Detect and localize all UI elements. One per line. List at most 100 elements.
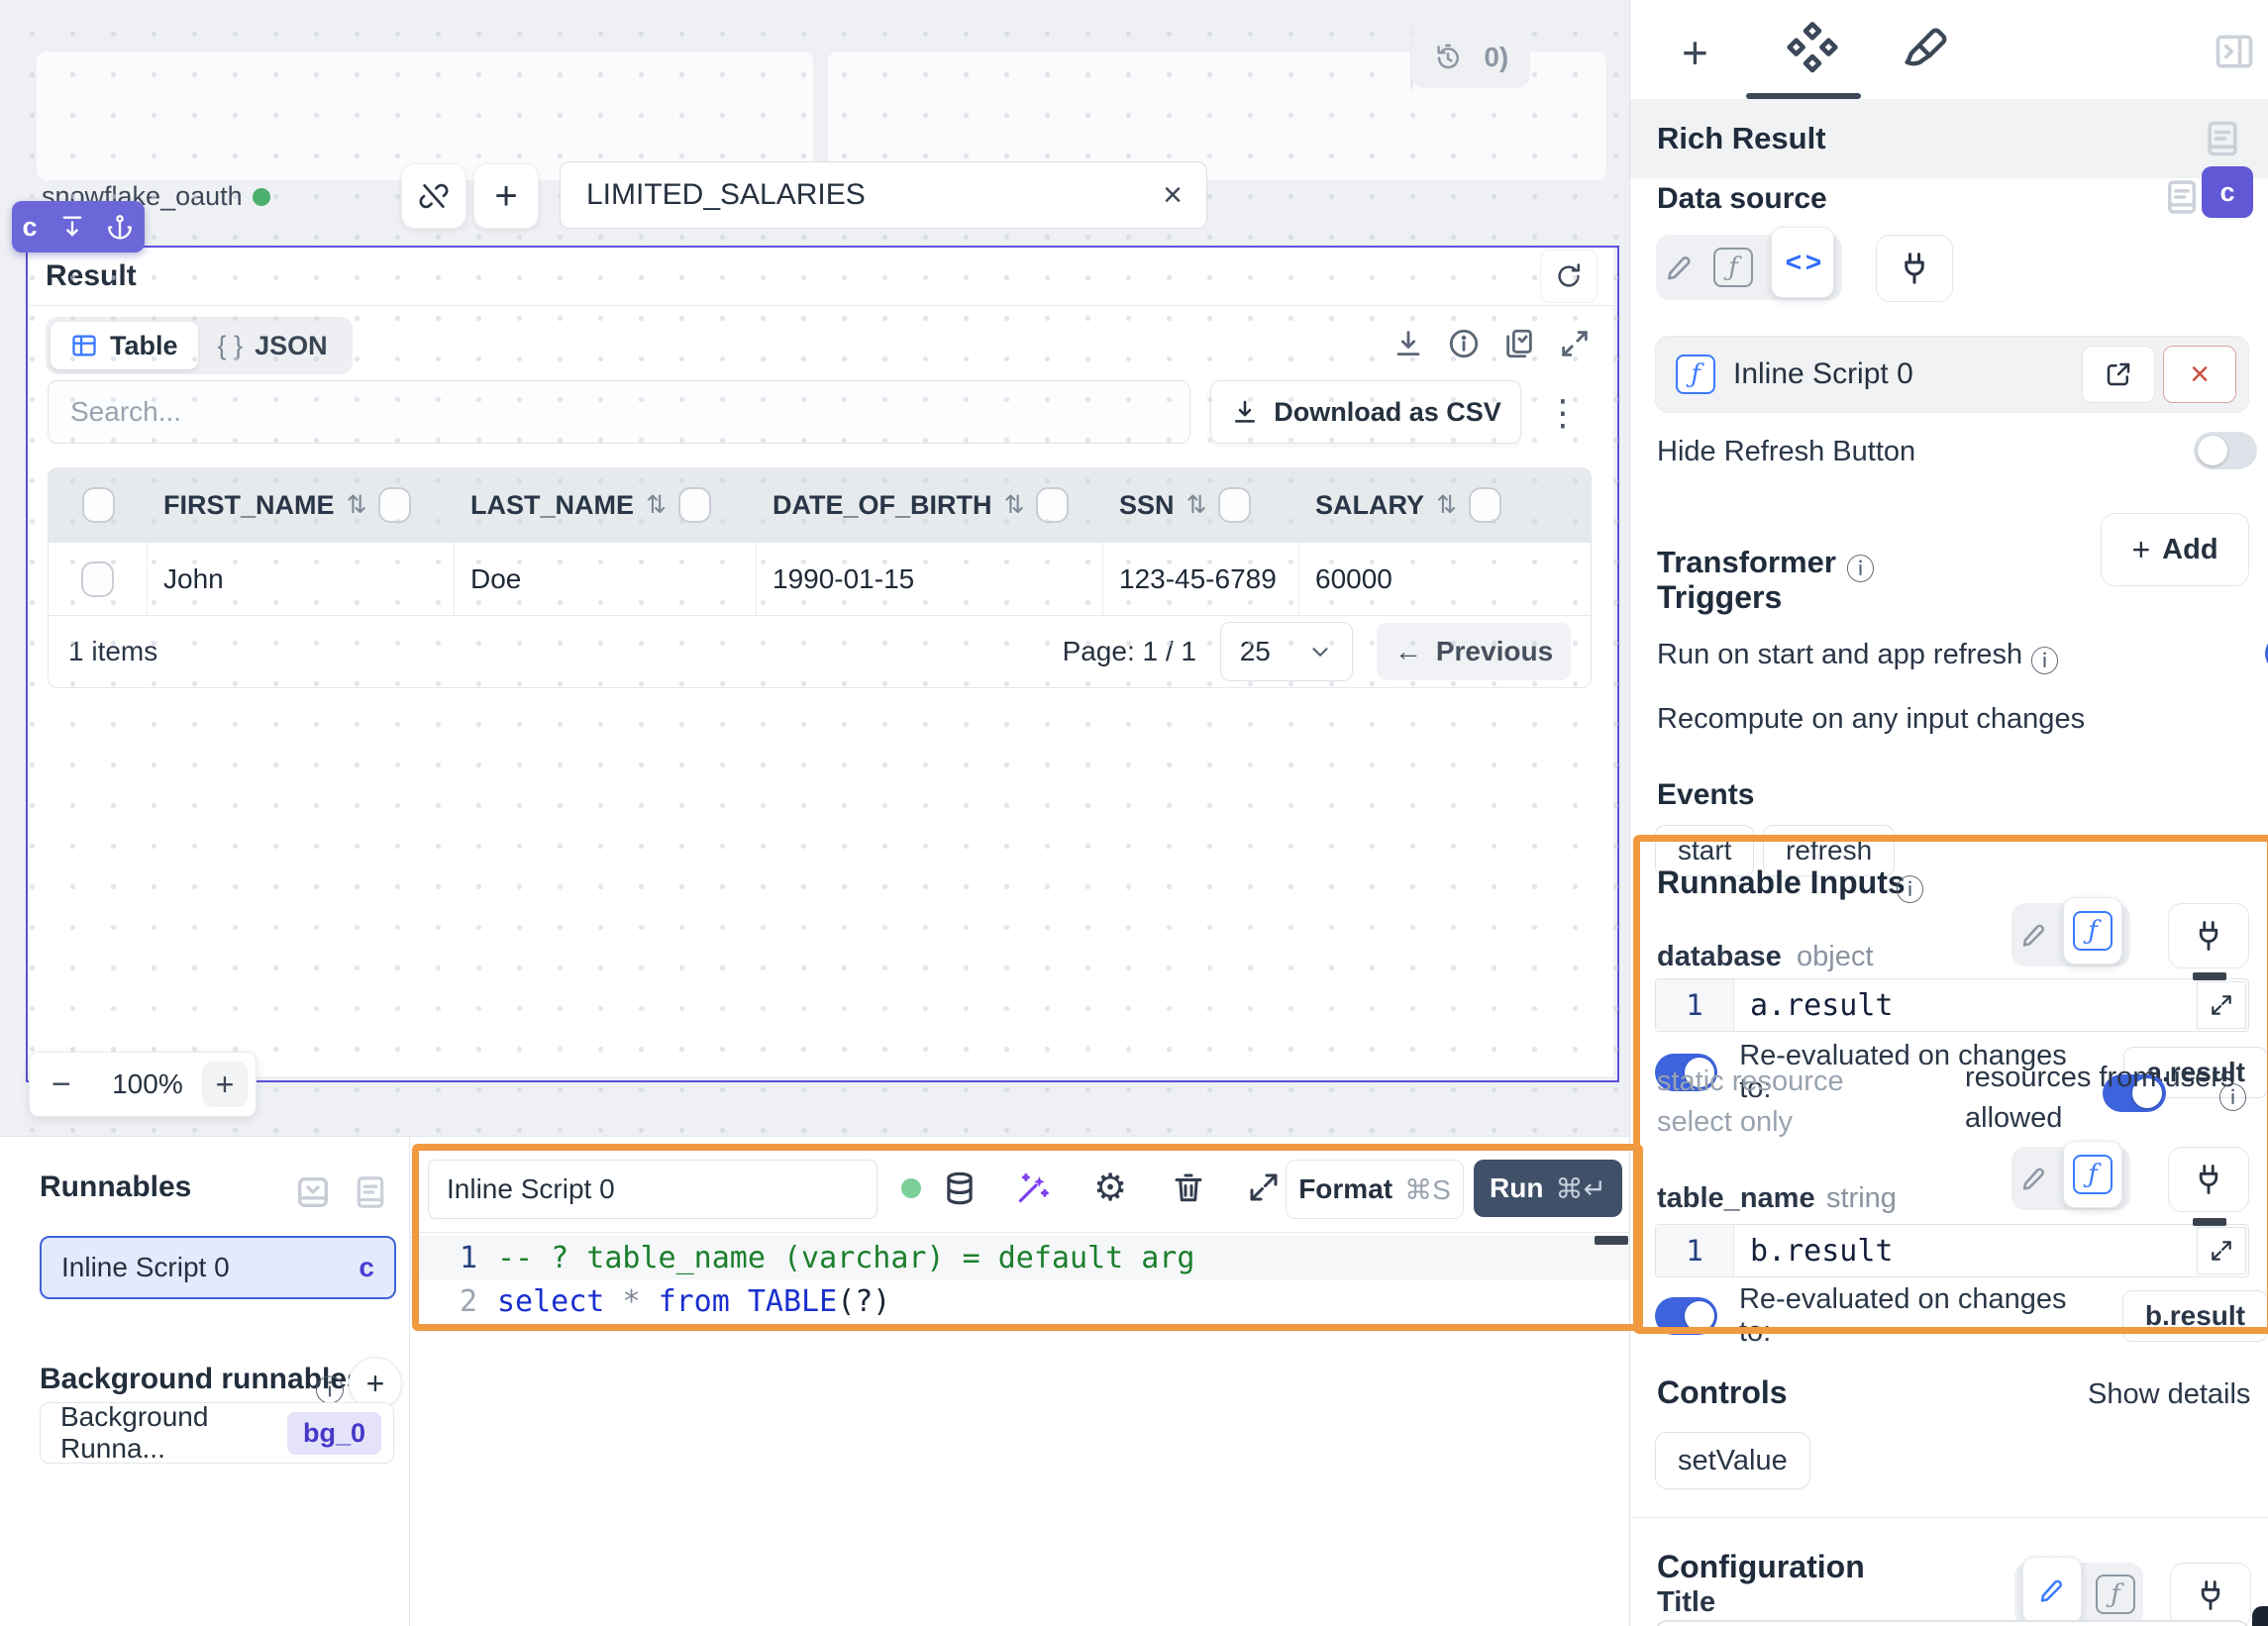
add-column-button[interactable]: +	[473, 163, 539, 229]
expand-editor-button[interactable]	[2197, 1227, 2246, 1274]
unlink-button[interactable]	[401, 163, 466, 229]
component-id-badge[interactable]: c	[2202, 166, 2253, 218]
zoom-in-button[interactable]: +	[202, 1062, 248, 1107]
download-csv-button[interactable]: Download as CSV	[1210, 380, 1521, 444]
docs-icon[interactable]	[2201, 117, 2244, 160]
function-mode-icon[interactable]: ƒ	[2063, 1141, 2122, 1208]
row-checkbox[interactable]	[81, 561, 114, 597]
zoom-out-button[interactable]: −	[30, 1066, 93, 1104]
plug-connect-button[interactable]	[2168, 1147, 2249, 1212]
collapse-panel-icon[interactable]	[2213, 30, 2256, 73]
code-line-1[interactable]: 1 -- ? table_name (varchar) = default ar…	[410, 1236, 1630, 1279]
copy-icon[interactable]	[1502, 327, 1536, 360]
sort-icon[interactable]: ⇅	[1186, 490, 1207, 520]
plug-connect-button[interactable]	[2170, 1563, 2251, 1626]
pencil-mode-icon[interactable]	[2019, 1164, 2049, 1193]
function-mode-icon[interactable]: ƒ	[2063, 897, 2122, 965]
run-history-button[interactable]	[1411, 27, 1485, 88]
delete-trash-icon[interactable]	[1171, 1169, 1206, 1205]
pencil-mode-icon[interactable]	[1664, 252, 1696, 283]
scrollbar-thumb[interactable]	[2193, 1218, 2226, 1226]
tab-json[interactable]: { } JSON	[198, 322, 348, 369]
add-component-tab[interactable]: +	[1682, 26, 1708, 79]
input-expression-editor[interactable]: 1 b.result	[1655, 1224, 2249, 1277]
download-icon[interactable]	[1392, 327, 1425, 360]
docs-icon[interactable]	[351, 1172, 390, 1212]
reeval-toggle[interactable]	[1655, 1297, 1717, 1335]
selected-component-chip[interactable]: c	[12, 201, 145, 253]
table-search-input[interactable]	[49, 396, 1189, 428]
reeval-label: Re-evaluated on changes to:	[1739, 1283, 2101, 1349]
format-button[interactable]: Format ⌘S	[1286, 1160, 1464, 1219]
previous-page-button[interactable]: ← Previous	[1377, 623, 1571, 680]
expand-editor-button[interactable]	[2197, 981, 2246, 1029]
components-tab-icon[interactable]	[1785, 22, 1840, 77]
docs-icon[interactable]	[2161, 176, 2203, 218]
add-transformer-button[interactable]: + Add	[2101, 513, 2249, 586]
info-icon: ⓘ	[1896, 867, 1924, 909]
plug-connect-button[interactable]	[2168, 903, 2249, 968]
move-down-icon[interactable]	[58, 213, 86, 241]
sort-icon[interactable]: ⇅	[1004, 490, 1025, 520]
run-button[interactable]: Run ⌘↵	[1474, 1160, 1622, 1217]
column-toggle[interactable]	[378, 487, 411, 523]
more-options-icon[interactable]: ⋮	[1545, 392, 1581, 434]
add-label: Add	[2162, 534, 2217, 566]
column-toggle[interactable]	[1218, 487, 1251, 523]
code-line-2[interactable]: 2 select * from TABLE(?)	[410, 1279, 1630, 1323]
title-input[interactable]	[1655, 1620, 2249, 1626]
select-all-checkbox[interactable]	[82, 487, 115, 523]
background-runnable-item[interactable]: Background Runna... bg_0	[40, 1402, 394, 1464]
sort-icon[interactable]: ⇅	[347, 490, 367, 520]
table-row[interactable]: John Doe 1990-01-15 123-45-6789 60000	[49, 542, 1591, 615]
app-canvas[interactable]: (0) snowflake_oauth + × Result	[0, 0, 1630, 1136]
scrollbar-thumb[interactable]	[1595, 1236, 1628, 1245]
scrollbar-thumb[interactable]	[2193, 972, 2226, 980]
info-icon[interactable]	[1447, 327, 1481, 360]
remove-script-button[interactable]: ×	[2163, 346, 2236, 403]
input-expression-editor[interactable]: 1 a.result	[1655, 978, 2249, 1032]
show-details-link[interactable]: Show details	[2088, 1378, 2250, 1411]
function-mode-icon[interactable]: ƒ	[1713, 248, 1753, 287]
sort-icon[interactable]: ⇅	[1436, 490, 1457, 520]
code-mode-icon[interactable]: < >	[1771, 227, 1834, 298]
control-chip-setvalue[interactable]: setValue	[1655, 1432, 1810, 1489]
anchor-icon[interactable]	[106, 213, 134, 241]
expand-editor-icon[interactable]	[1246, 1169, 1282, 1205]
clear-input-icon[interactable]: ×	[1139, 176, 1206, 215]
theme-brush-tab-icon[interactable]	[1900, 24, 1951, 75]
hide-refresh-toggle[interactable]	[2194, 432, 2257, 469]
page-size-select[interactable]: 25	[1220, 622, 1353, 681]
linked-script-chip[interactable]: ƒ Inline Script 0 ×	[1655, 336, 2249, 413]
column-header[interactable]: DATE_OF_BIRTH	[773, 490, 992, 521]
column-toggle[interactable]	[1036, 487, 1069, 523]
script-name-input[interactable]	[429, 1173, 876, 1205]
pencil-mode-icon[interactable]	[2019, 920, 2049, 950]
datasource-icon[interactable]	[941, 1169, 979, 1207]
runnable-item-inline-script[interactable]: Inline Script 0 c	[40, 1236, 396, 1299]
table-name-input[interactable]	[561, 178, 1139, 212]
column-header[interactable]: SALARY	[1315, 490, 1424, 521]
result-refresh-button[interactable]	[1540, 250, 1598, 303]
pencil-mode-icon[interactable]	[2022, 1557, 2082, 1624]
column-header[interactable]: LAST_NAME	[470, 490, 634, 521]
expand-icon[interactable]	[1558, 327, 1592, 360]
table-header-row: FIRST_NAME ⇅ LAST_NAME ⇅ DATE_OF_BIRTH ⇅ SS…	[49, 468, 1591, 542]
column-toggle[interactable]	[678, 487, 711, 523]
column-header[interactable]: SSN	[1119, 490, 1175, 521]
settings-gear-icon[interactable]: ⚙	[1093, 1169, 1127, 1207]
open-script-button[interactable]	[2082, 346, 2155, 403]
sort-icon[interactable]: ⇅	[646, 490, 667, 520]
items-count: 1 items	[68, 636, 157, 667]
plug-connect-button[interactable]	[1876, 235, 1953, 302]
tab-table[interactable]: Table	[51, 322, 198, 369]
column-toggle[interactable]	[1469, 487, 1501, 523]
reeval-target-chip[interactable]: b.result	[2122, 1290, 2268, 1342]
rich-result-component[interactable]: Result Table { } JSON	[28, 248, 1613, 1076]
collapse-section-icon[interactable]	[293, 1172, 333, 1212]
chevron-down-icon	[1307, 639, 1333, 664]
ai-wand-icon[interactable]	[1014, 1169, 1052, 1207]
title-mode-switch: ƒ	[2014, 1563, 2143, 1626]
column-header[interactable]: FIRST_NAME	[163, 490, 335, 521]
function-mode-icon[interactable]: ƒ	[2096, 1575, 2135, 1614]
